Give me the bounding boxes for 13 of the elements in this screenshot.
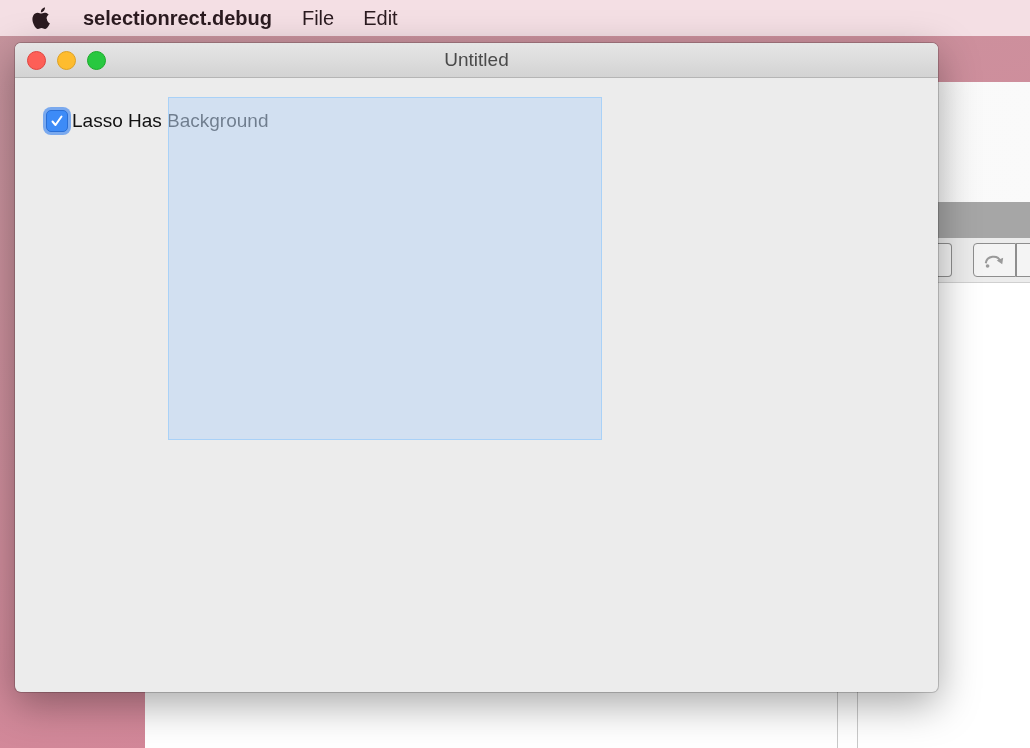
app-name[interactable]: selectionrect.debug	[83, 6, 272, 30]
menu-item[interactable]: Edit	[363, 6, 398, 30]
checkbox-label[interactable]: Lasso Has Background	[72, 110, 269, 132]
checkbox[interactable]	[46, 110, 68, 132]
close-button[interactable]	[27, 51, 46, 70]
toolbar-button[interactable]	[938, 243, 952, 277]
menu-item[interactable]: File	[301, 6, 335, 30]
toolbar-button[interactable]	[972, 243, 1016, 277]
checkmark-icon	[49, 113, 65, 129]
zoom-button[interactable]	[87, 51, 106, 70]
apple-icon[interactable]	[32, 6, 52, 30]
minimize-button[interactable]	[57, 51, 76, 70]
window-title: Untitled	[444, 49, 509, 71]
